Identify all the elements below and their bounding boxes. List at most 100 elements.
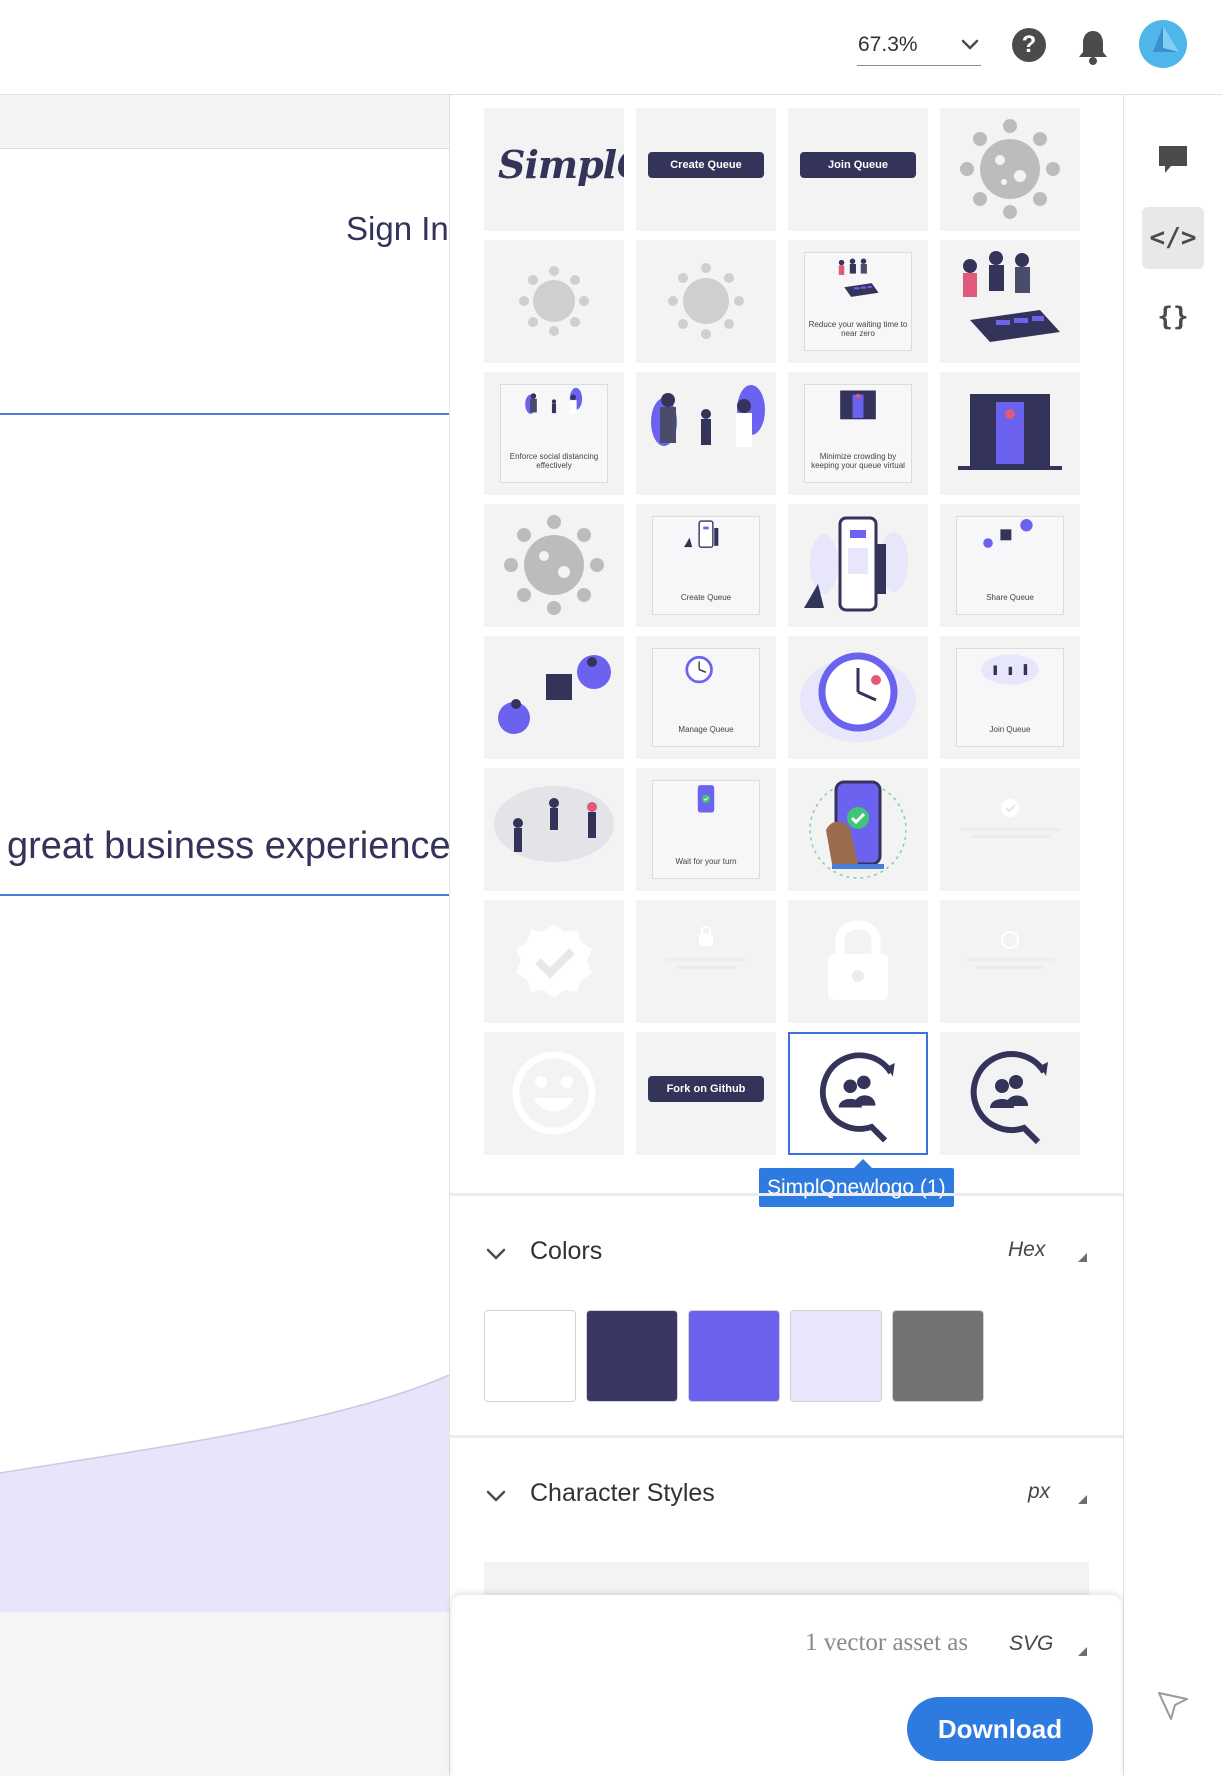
chevron-down-icon bbox=[961, 39, 979, 50]
asset-tile[interactable] bbox=[940, 1032, 1080, 1155]
asset-tile[interactable] bbox=[788, 504, 928, 627]
color-swatch[interactable] bbox=[484, 1310, 576, 1402]
feature-card: Manage Queue bbox=[652, 648, 760, 747]
inspect-panel: SimplQ Create Queue Join Queue bbox=[449, 95, 1124, 1776]
faded-card-icon bbox=[966, 931, 1054, 969]
avatar[interactable] bbox=[1139, 20, 1187, 68]
asset-tile[interactable] bbox=[940, 108, 1080, 231]
color-swatch[interactable] bbox=[586, 1310, 678, 1402]
download-button[interactable]: Download bbox=[907, 1697, 1093, 1761]
asset-tile[interactable]: SimplQ bbox=[484, 108, 624, 231]
laptop-person-illustration bbox=[958, 394, 1062, 470]
right-rail: </> {} bbox=[1124, 95, 1222, 1776]
asset-tile[interactable]: Manage Queue bbox=[636, 636, 776, 759]
people-walking-illustration bbox=[525, 387, 583, 414]
asset-tile[interactable]: Join Queue bbox=[940, 636, 1080, 759]
clock-illustration bbox=[685, 655, 713, 684]
feature-card: Enforce social distancing effectively bbox=[500, 384, 608, 483]
dropdown-corner-icon bbox=[1078, 1253, 1087, 1262]
asset-tooltip: SimplQnewlogo (1) bbox=[759, 1168, 954, 1207]
code-icon: </> bbox=[1149, 223, 1197, 253]
asset-tile[interactable]: Join Queue bbox=[788, 108, 928, 231]
asset-tile[interactable] bbox=[484, 1032, 624, 1155]
asset-tile[interactable] bbox=[484, 900, 624, 1023]
chevron-down-icon[interactable] bbox=[486, 1247, 506, 1261]
braces-icon: {} bbox=[1157, 302, 1189, 332]
phone-people-illustration bbox=[963, 251, 1060, 342]
asset-tile[interactable] bbox=[940, 768, 1080, 891]
colors-section-title[interactable]: Colors bbox=[530, 1237, 602, 1266]
share-illustration bbox=[498, 655, 611, 734]
phone-people-illustration bbox=[838, 258, 879, 297]
create-queue-button-asset: Create Queue bbox=[648, 152, 764, 178]
asset-tile[interactable]: Reduce your waiting time to near zero bbox=[788, 240, 928, 363]
chevron-down-icon[interactable] bbox=[486, 1489, 506, 1503]
comment-icon bbox=[1159, 146, 1187, 173]
asset-tile[interactable] bbox=[484, 504, 624, 627]
phone-check-illustration bbox=[697, 785, 715, 813]
fork-on-github-button-asset: Fork on Github bbox=[648, 1076, 764, 1102]
asset-tile[interactable] bbox=[484, 636, 624, 759]
badge-check-icon bbox=[516, 924, 592, 998]
pointer-icon bbox=[1158, 1692, 1188, 1720]
card-caption: Wait for your turn bbox=[675, 857, 737, 866]
asset-tile[interactable] bbox=[484, 240, 624, 363]
card-caption: Share Queue bbox=[986, 593, 1034, 602]
zoom-dropdown[interactable]: 67.3% bbox=[857, 28, 981, 66]
card-caption: Reduce your waiting time to near zero bbox=[808, 320, 908, 338]
asset-tile[interactable] bbox=[940, 900, 1080, 1023]
export-format-dropdown[interactable]: SVG bbox=[1009, 1632, 1053, 1656]
card-caption: Manage Queue bbox=[678, 725, 734, 734]
card-caption: Create Queue bbox=[680, 593, 732, 602]
asset-tile[interactable] bbox=[636, 900, 776, 1023]
asset-tile[interactable]: Minimize crowding by keeping your queue … bbox=[788, 372, 928, 495]
asset-tile[interactable]: Create Queue bbox=[636, 504, 776, 627]
components-button[interactable]: {} bbox=[1142, 286, 1204, 348]
asset-tile[interactable]: Create Queue bbox=[636, 108, 776, 231]
people-illustration bbox=[981, 654, 1039, 685]
section-divider bbox=[450, 1193, 1123, 1196]
bell-icon[interactable] bbox=[1076, 28, 1110, 66]
asset-tile[interactable] bbox=[636, 240, 776, 363]
help-icon[interactable]: ? bbox=[1012, 28, 1046, 62]
feature-card: Minimize crowding by keeping your queue … bbox=[804, 384, 912, 483]
colors-format-dropdown[interactable]: Hex bbox=[1008, 1238, 1045, 1262]
asset-tile[interactable] bbox=[788, 768, 928, 891]
simplq-newlogo-icon bbox=[970, 1051, 1048, 1145]
asset-tile-selected[interactable] bbox=[788, 1032, 928, 1155]
asset-tile[interactable] bbox=[484, 768, 624, 891]
asset-tile[interactable]: Fork on Github bbox=[636, 1032, 776, 1155]
color-swatch[interactable] bbox=[688, 1310, 780, 1402]
asset-tile[interactable] bbox=[940, 240, 1080, 363]
signin-text: Sign In bbox=[346, 210, 449, 247]
asset-tile[interactable]: Share Queue bbox=[940, 504, 1080, 627]
export-summary: 1 vector asset as bbox=[805, 1629, 969, 1656]
asset-tile[interactable] bbox=[940, 372, 1080, 495]
zoom-value: 67.3% bbox=[858, 33, 918, 56]
asset-tile[interactable] bbox=[636, 372, 776, 495]
pointer-button[interactable] bbox=[1142, 1676, 1204, 1738]
card-caption: Enforce social distancing effectively bbox=[509, 452, 599, 470]
feature-card: Wait for your turn bbox=[652, 780, 760, 879]
asset-tile[interactable]: Wait for your turn bbox=[636, 768, 776, 891]
asset-tile[interactable]: Enforce social distancing effectively bbox=[484, 372, 624, 495]
clock-illustration bbox=[800, 652, 916, 742]
share-illustration bbox=[983, 519, 1033, 548]
inspect-code-button[interactable]: </> bbox=[1142, 207, 1204, 269]
simplq-logo-text: SimplQ bbox=[498, 142, 624, 187]
character-styles-section-title[interactable]: Character Styles bbox=[530, 1479, 715, 1508]
feature-card: Join Queue bbox=[956, 648, 1064, 747]
comments-button[interactable] bbox=[1142, 129, 1204, 191]
avatar-graphic-icon bbox=[1153, 26, 1179, 52]
phone-illustration bbox=[804, 516, 908, 612]
tooltip-caret bbox=[854, 1159, 872, 1168]
color-swatch[interactable] bbox=[892, 1310, 984, 1402]
asset-tile[interactable] bbox=[788, 636, 928, 759]
feature-card: Share Queue bbox=[956, 516, 1064, 615]
join-queue-button-asset: Join Queue bbox=[800, 152, 916, 178]
headline-text: great business experience bbox=[7, 825, 449, 867]
character-styles-unit-dropdown[interactable]: px bbox=[1028, 1480, 1050, 1504]
design-canvas[interactable]: Sign In great business experience bbox=[0, 95, 449, 1776]
color-swatch[interactable] bbox=[790, 1310, 882, 1402]
asset-tile[interactable] bbox=[788, 900, 928, 1023]
